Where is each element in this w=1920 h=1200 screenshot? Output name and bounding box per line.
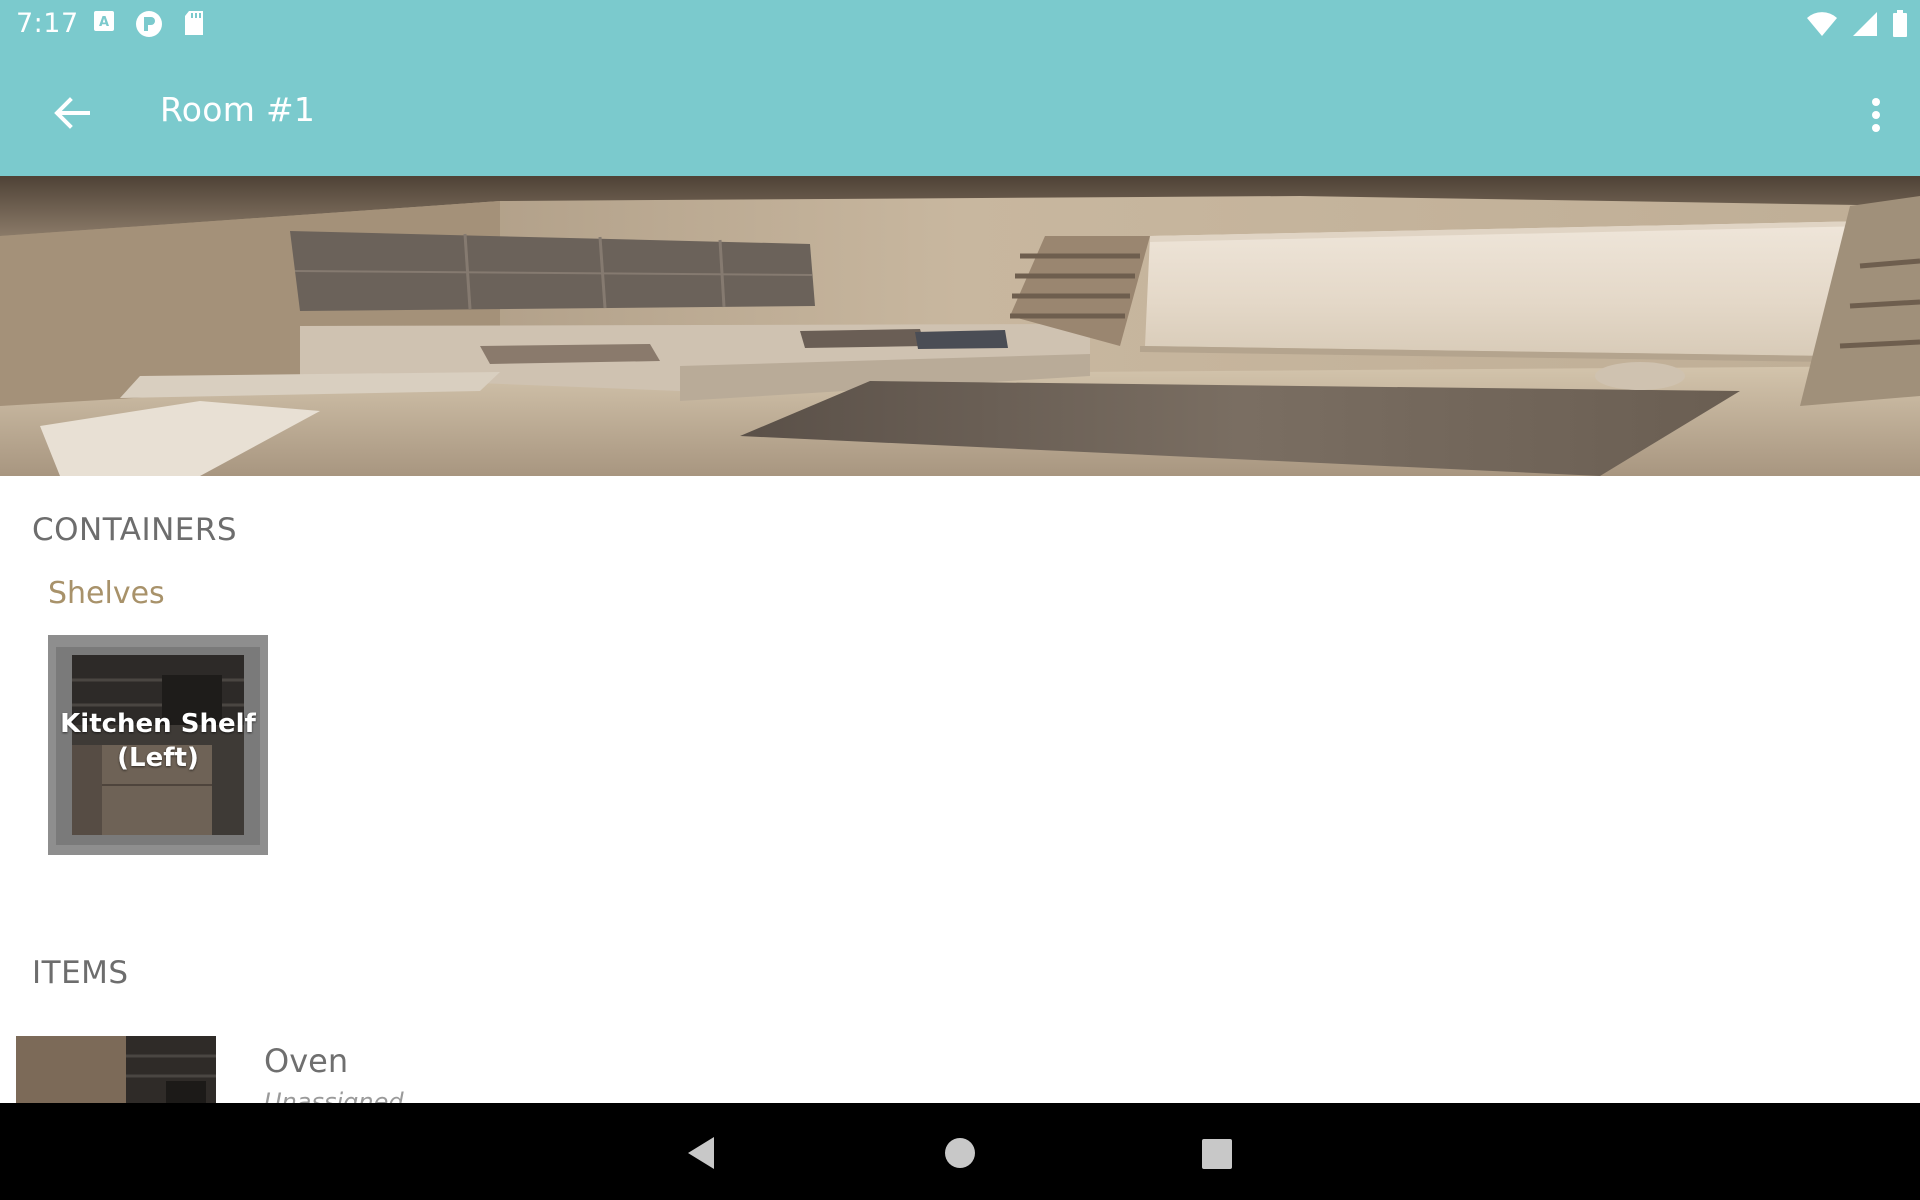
- container-tile-kitchen-shelf-left[interactable]: Kitchen Shelf (Left): [48, 635, 268, 855]
- recents-square-icon: [1202, 1139, 1232, 1169]
- container-label-line1: Kitchen Shelf: [60, 709, 256, 739]
- more-options-button[interactable]: [1856, 90, 1896, 140]
- back-triangle-icon: [688, 1137, 714, 1169]
- item-thumbnail: [16, 1036, 216, 1106]
- more-vert-icon: [1872, 98, 1880, 132]
- category-title-shelves: Shelves: [48, 576, 165, 611]
- status-time: 7:17: [16, 8, 79, 39]
- home-circle-icon: [945, 1138, 975, 1168]
- nav-home-button[interactable]: [938, 1131, 982, 1175]
- arrow-left-icon: [54, 97, 90, 129]
- room-hero-image: [0, 176, 1920, 476]
- p-circle-icon: [136, 11, 162, 37]
- containers-section-title: CONTAINERS: [32, 512, 238, 548]
- battery-icon: [1893, 10, 1907, 37]
- keyboard-a-icon: A: [94, 11, 114, 31]
- item-name: Oven: [264, 1042, 349, 1080]
- status-notification-icons: A: [93, 10, 205, 38]
- list-item-oven[interactable]: Oven Unassigned: [0, 1036, 1920, 1116]
- app-bar: Room #1: [0, 50, 1920, 176]
- cell-signal-icon: [1853, 12, 1877, 36]
- page-title: Room #1: [160, 90, 316, 129]
- wifi-icon: [1807, 12, 1837, 36]
- container-label: Kitchen Shelf (Left): [48, 707, 268, 775]
- sd-card-icon: [185, 11, 203, 35]
- items-section-title: ITEMS: [32, 955, 129, 991]
- container-label-line2: (Left): [117, 743, 199, 773]
- svg-text:A: A: [99, 15, 109, 30]
- back-button[interactable]: [44, 88, 100, 138]
- status-bar: 7:17 A: [0, 0, 1920, 50]
- nav-recents-button[interactable]: [1194, 1131, 1238, 1175]
- status-system-icons: [1806, 10, 1908, 38]
- system-nav-bar: [0, 1103, 1920, 1200]
- nav-back-button[interactable]: [680, 1131, 724, 1175]
